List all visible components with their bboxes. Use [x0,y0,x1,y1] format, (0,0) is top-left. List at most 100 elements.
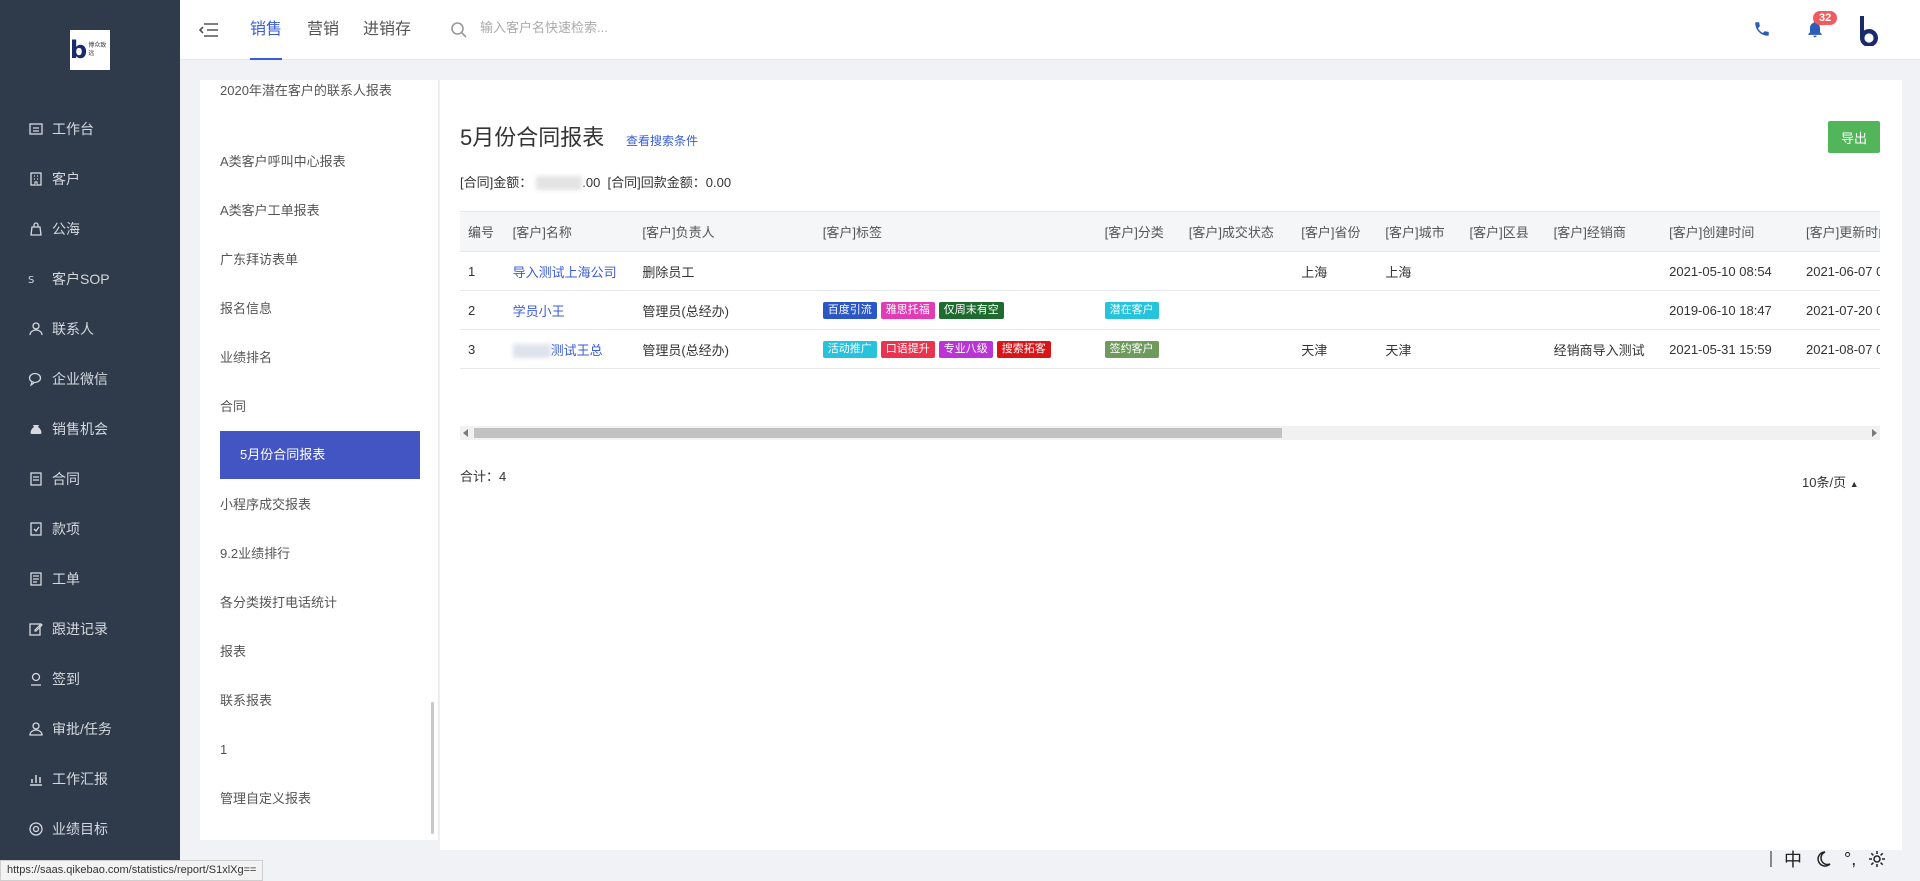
notification-badge: 32 [1813,11,1838,25]
report-menu-item[interactable]: A类客户呼叫中心报表 [220,151,420,172]
ime-mode[interactable]: 中 [1784,846,1802,872]
view-search-conditions-link[interactable]: 查看搜索条件 [626,132,698,149]
amount-summary: [合同]金额： .00 [合同]回款金额：0.00 [460,172,731,192]
cell-dealer [1545,251,1662,291]
received-amount: [合同]回款金额：0.00 [607,175,732,190]
moon-icon[interactable] [1814,850,1832,868]
cell-updated: 2022-01-13 0 [1797,368,1880,369]
sidebar-item-label: 签到 [52,671,80,687]
cell-province: 天津 [1293,368,1378,369]
cell-category: 新增分类 [1096,368,1181,369]
tab-inventory[interactable]: 进销存 [363,0,411,60]
report-menu-item[interactable]: 小程序成交报表 [220,494,420,515]
sidebar-item-label: 工作汇报 [52,771,108,787]
report-menu-item[interactable]: A类客户工单报表 [220,200,420,221]
tab-sales[interactable]: 销售 [250,0,283,60]
report-menu-item[interactable]: 9.2业绩排行 [220,543,420,564]
sidebar-item-label: 企业微信 [52,371,108,387]
report-panel: 5月份合同报表 查看搜索条件 导出 [合同]金额： .00 [合同]回款金额：0.… [440,80,1902,850]
column-header[interactable]: [客户]名称 [504,211,635,252]
sidebar-item-label: 业绩目标 [52,821,108,837]
column-header[interactable]: [客户]省份 [1293,211,1378,252]
report-menu-item[interactable]: 联系报表 [220,690,420,711]
sidebar-item-label: 合同 [52,471,80,487]
sidebar-item-building[interactable]: 客户 [0,154,180,204]
column-header[interactable]: [客户]成交状态 [1180,211,1294,252]
page-size-select[interactable]: 10条/页 ▲ [1802,472,1859,491]
sidebar-item-ticket[interactable]: 工单 [0,554,180,604]
column-header[interactable]: 编号 [460,211,505,252]
report-icon [28,771,44,787]
phone-icon[interactable] [1753,20,1771,38]
sidebar-item-checkin[interactable]: 签到 [0,654,180,704]
tab-marketing[interactable]: 营销 [307,0,339,60]
sidebar-item-payment[interactable]: 款项 [0,504,180,554]
cell-updated: 2021-06-07 09 [1797,251,1880,291]
column-header[interactable]: [客户]创建时间 [1661,211,1798,252]
column-header[interactable]: [客户]经销商 [1545,211,1662,252]
sidebar-item-approval[interactable]: 审批/任务 [0,704,180,754]
column-header[interactable]: [客户]分类 [1096,211,1181,252]
wechat-icon [28,371,44,387]
sidebar-item-moneybag[interactable]: 销售机会 [0,404,180,454]
company-logo[interactable]: b 博众致远 [70,30,110,70]
report-menu-item[interactable]: 广东拜访表单 [220,249,420,270]
sidebar-item-report[interactable]: 工作汇报 [0,754,180,804]
sidebar-item-edit[interactable]: 跟进记录 [0,604,180,654]
cell-name: 试李总 [504,368,635,369]
table-row[interactable]: 1 导入测试上海公司 删除员工 上海 上海 2021-05-10 08:54 2021-06… [460,251,1880,291]
sidebar-item-label: 公海 [52,221,80,237]
report-menu-item[interactable]: 2020年潜在客户的联系人报表 [220,80,420,101]
report-menu-scrollbar[interactable] [431,702,434,834]
report-menu-item-active[interactable]: 5月份合同报表 [220,431,420,479]
horizontal-scrollbar[interactable] [460,426,1880,440]
sidebar-item-person[interactable]: 联系人 [0,304,180,354]
sidebar-item-sop[interactable]: S 客户SOP [0,254,180,304]
column-header[interactable]: [客户]负责人 [634,211,815,252]
sidebar-item-wechat[interactable]: 企业微信 [0,354,180,404]
sidebar-item-dashboard[interactable]: 工作台 [0,104,180,154]
scroll-right-arrow-icon[interactable] [1872,429,1877,437]
column-header[interactable]: [客户]标签 [814,211,1097,252]
cell-name: 测试王总 [504,329,635,369]
cell-deal-status [1180,251,1294,291]
ime-toolbar: 中 °, [1770,845,1886,873]
sidebar-item-contract[interactable]: 合同 [0,454,180,504]
customer-tag: 搜索拓客 [996,341,1051,358]
export-button[interactable]: 导出 [1828,121,1880,153]
gear-icon[interactable] [1868,850,1886,868]
redacted-text [512,344,551,359]
search-input[interactable] [480,20,720,35]
report-menu-item[interactable]: 报名信息 [220,298,420,319]
menu-collapse-icon[interactable] [198,20,220,40]
table-row[interactable]: 4试李总演示账号3(禁用)(A分公司) 新增分类 天津天津 经销商导入测试2021-0… [460,368,1880,369]
report-menu-item[interactable]: 管理自定义报表 [220,788,420,809]
report-menu-item[interactable]: 报表 [220,641,420,662]
user-avatar[interactable] [1856,14,1882,46]
column-header[interactable]: [客户]城市 [1377,211,1462,252]
punctuation-icon[interactable]: °, [1844,849,1856,870]
customer-name-link[interactable]: 学员小王 [513,304,565,319]
sidebar-item-label: 跟进记录 [52,621,108,637]
sidebar-item-target[interactable]: 业绩目标 [0,804,180,854]
sidebar-item-bag[interactable]: 公海 [0,204,180,254]
caret-up-icon: ▲ [1849,479,1859,489]
scroll-left-arrow-icon[interactable] [463,429,468,437]
report-menu-item[interactable]: 1 [220,739,420,760]
ime-handle[interactable] [1770,851,1772,867]
cell-name: 导入测试上海公司 [504,251,635,291]
report-menu-item[interactable]: 业绩排名 [220,347,420,368]
customer-name-link[interactable]: 测试王总 [551,343,603,358]
cell-deal-status [1180,368,1294,369]
table-row[interactable]: 3 测试王总 管理员(总经办) 活动推广 口语提升 专业八级 搜索拓客 签约客户 天津 天津 经销商… [460,329,1880,369]
report-menu: 2020年潜在客户的联系人报表 A类客户呼叫中心报表 A类客户工单报表 广东拜访… [200,80,439,840]
table-row[interactable]: 2 学员小王 管理员(总经办) 百度引流 雅思托福 仅周末有空 潜在客户 2019-06-10… [460,290,1880,330]
report-menu-item[interactable]: 合同 [220,396,420,417]
customer-tag: 专业八级 [938,341,993,358]
report-menu-item[interactable]: 各分类拨打电话统计 [220,592,420,613]
scrollbar-thumb[interactable] [474,428,1282,438]
cell-dealer: 经销商导入测试 [1545,368,1662,369]
column-header[interactable]: [客户]区县 [1461,211,1546,252]
column-header[interactable]: [客户]更新时间 [1797,211,1880,252]
customer-name-link[interactable]: 导入测试上海公司 [513,265,617,280]
